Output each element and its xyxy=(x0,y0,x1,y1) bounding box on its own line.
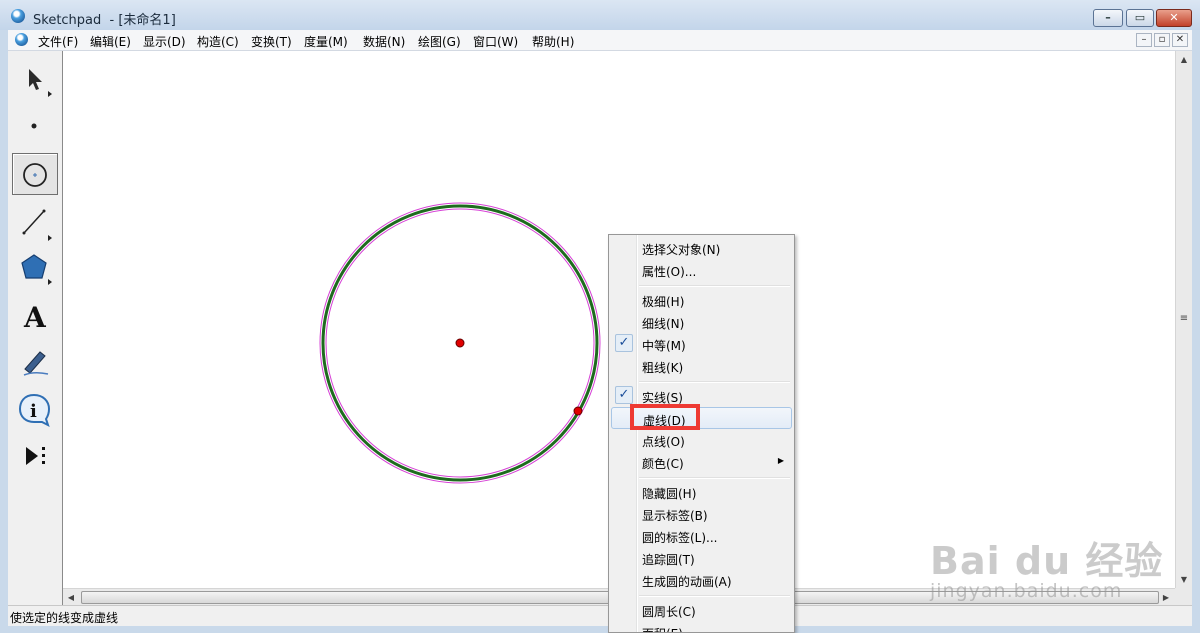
custom-tool-icon xyxy=(26,447,45,465)
window-title: Sketchpad - [未命名1] xyxy=(33,13,176,28)
menu-measure[interactable]: 度量(M) xyxy=(304,33,348,50)
menu-edit[interactable]: 编辑(E) xyxy=(90,33,131,50)
watermark-logo: Bai du 经验 xyxy=(930,539,1164,583)
menu-item-circle-label[interactable]: 圆的标签(L)... xyxy=(611,525,792,547)
toolbox: A i xyxy=(8,51,63,605)
information-tool[interactable]: i xyxy=(12,389,58,431)
scroll-up-arrow-icon[interactable]: ▲ xyxy=(1176,51,1192,68)
title-bar: Sketchpad - [未命名1] – ▭ ✕ xyxy=(0,0,1200,30)
arrow-select-tool[interactable] xyxy=(12,57,58,99)
mdi-restore-button[interactable]: ▫ xyxy=(1154,33,1170,47)
menu-separator xyxy=(639,595,790,597)
checkmark-icon: ✓ xyxy=(615,386,633,404)
sketchpad-app-icon xyxy=(11,9,25,23)
menu-item-label: 选择父对象(N) xyxy=(642,243,721,257)
context-menu: 选择父对象(N) 属性(O)... 极细(H) 细线(N) ✓ 中等(M) 粗线… xyxy=(608,234,795,633)
custom-tool[interactable] xyxy=(12,435,58,477)
restore-icon: ▫ xyxy=(1158,34,1166,45)
menu-separator xyxy=(639,381,790,383)
point-tool[interactable] xyxy=(12,105,58,147)
close-icon: ✕ xyxy=(1169,11,1179,24)
minimize-icon: – xyxy=(1105,11,1111,24)
minimize-button[interactable]: – xyxy=(1093,9,1123,27)
minimize-icon: – xyxy=(1141,34,1147,45)
menu-item-animate-circle[interactable]: 生成圆的动画(A) xyxy=(611,569,792,591)
menu-item-label: 显示标签(B) xyxy=(642,509,708,523)
marker-pen-icon xyxy=(23,351,49,376)
checkmark-icon: ✓ xyxy=(615,334,633,352)
menu-display[interactable]: 显示(D) xyxy=(143,33,186,50)
close-icon: ✕ xyxy=(1175,34,1185,45)
menu-help[interactable]: 帮助(H) xyxy=(532,33,574,50)
menu-item-label: 细线(N) xyxy=(642,317,685,331)
menu-item-label: 隐藏圆(H) xyxy=(642,487,697,501)
text-tool[interactable]: A xyxy=(12,295,58,337)
menu-item-label: 中等(M) xyxy=(642,339,686,353)
restore-icon: ▭ xyxy=(1134,11,1146,24)
scroll-left-arrow-icon[interactable]: ◀ xyxy=(63,589,79,606)
polygon-icon xyxy=(21,254,52,285)
menu-construct[interactable]: 构造(C) xyxy=(197,33,239,50)
svg-text:i: i xyxy=(30,401,37,422)
baidu-watermark: Bai du 经验 jingyan.baidu.com xyxy=(930,520,1190,610)
menu-item-label: 粗线(K) xyxy=(642,361,684,375)
point-icon xyxy=(31,123,37,129)
arrow-icon xyxy=(29,69,52,97)
line-icon xyxy=(22,209,52,241)
menu-separator xyxy=(639,477,790,479)
menu-file[interactable]: 文件(F) xyxy=(38,33,78,50)
menu-item-label: 生成圆的动画(A) xyxy=(642,575,732,589)
menu-item-label: 点线(O) xyxy=(642,435,685,449)
menu-item-label: 圆周长(C) xyxy=(642,605,696,619)
mdi-close-button[interactable]: ✕ xyxy=(1172,33,1188,47)
menu-item-properties[interactable]: 属性(O)... xyxy=(611,259,792,281)
menu-item-medium[interactable]: ✓ 中等(M) xyxy=(611,333,792,355)
maximize-button[interactable]: ▭ xyxy=(1126,9,1154,27)
menu-item-extra-thin[interactable]: 极细(H) xyxy=(611,289,792,311)
document-icon[interactable] xyxy=(15,33,28,46)
text-a-icon: A xyxy=(23,301,47,334)
submenu-arrow-icon: ▶ xyxy=(777,456,784,465)
menu-item-label: 面积(E) xyxy=(642,625,683,632)
menu-item-area[interactable]: 面积(E) xyxy=(611,621,792,632)
menu-item-label: 属性(O)... xyxy=(642,265,697,279)
menu-item-label: 颜色(C) xyxy=(642,457,684,471)
menu-item-label: 圆的标签(L)... xyxy=(642,531,718,545)
radius-point xyxy=(573,406,583,416)
info-icon: i xyxy=(18,393,51,427)
compass-tool[interactable] xyxy=(12,153,58,195)
menu-item-circumference[interactable]: 圆周长(C) xyxy=(611,599,792,621)
menu-item-hide-circle[interactable]: 隐藏圆(H) xyxy=(611,481,792,503)
menu-item-select-parent[interactable]: 选择父对象(N) xyxy=(611,237,792,259)
menu-bar: 文件(F) 编辑(E) 显示(D) 构造(C) 变换(T) 度量(M) 数据(N… xyxy=(8,30,1192,51)
vertical-scrollbar[interactable]: ▲ ≡ ▼ xyxy=(1175,51,1192,588)
menu-graph[interactable]: 绘图(G) xyxy=(418,33,461,50)
status-text: 使选定的线变成虚线 xyxy=(10,611,119,625)
menu-window[interactable]: 窗口(W) xyxy=(473,33,518,50)
menu-data[interactable]: 数据(N) xyxy=(363,33,405,50)
menu-item-show-label[interactable]: 显示标签(B) xyxy=(611,503,792,525)
marker-tool[interactable] xyxy=(12,341,58,383)
menu-separator xyxy=(639,285,790,287)
menu-item-dotted[interactable]: 点线(O) xyxy=(611,429,792,451)
center-point xyxy=(455,338,465,348)
menu-item-label: 极细(H) xyxy=(642,295,685,309)
mdi-minimize-button[interactable]: – xyxy=(1136,33,1152,47)
svg-text:A: A xyxy=(23,301,47,334)
annotation-highlight-box xyxy=(630,404,700,430)
watermark-url: jingyan.baidu.com xyxy=(930,580,1123,602)
close-button[interactable]: ✕ xyxy=(1156,9,1192,27)
menu-item-thick[interactable]: 粗线(K) xyxy=(611,355,792,377)
menu-item-trace-circle[interactable]: 追踪圆(T) xyxy=(611,547,792,569)
menu-item-label: 追踪圆(T) xyxy=(642,553,695,567)
menu-item-thin[interactable]: 细线(N) xyxy=(611,311,792,333)
compass-icon xyxy=(23,163,47,187)
menu-item-color[interactable]: 颜色(C) ▶ xyxy=(611,451,792,473)
polygon-tool[interactable] xyxy=(12,247,58,289)
straightedge-tool[interactable] xyxy=(12,201,58,243)
scroll-grip-icon: ≡ xyxy=(1179,313,1189,324)
menu-transform[interactable]: 变换(T) xyxy=(251,33,292,50)
